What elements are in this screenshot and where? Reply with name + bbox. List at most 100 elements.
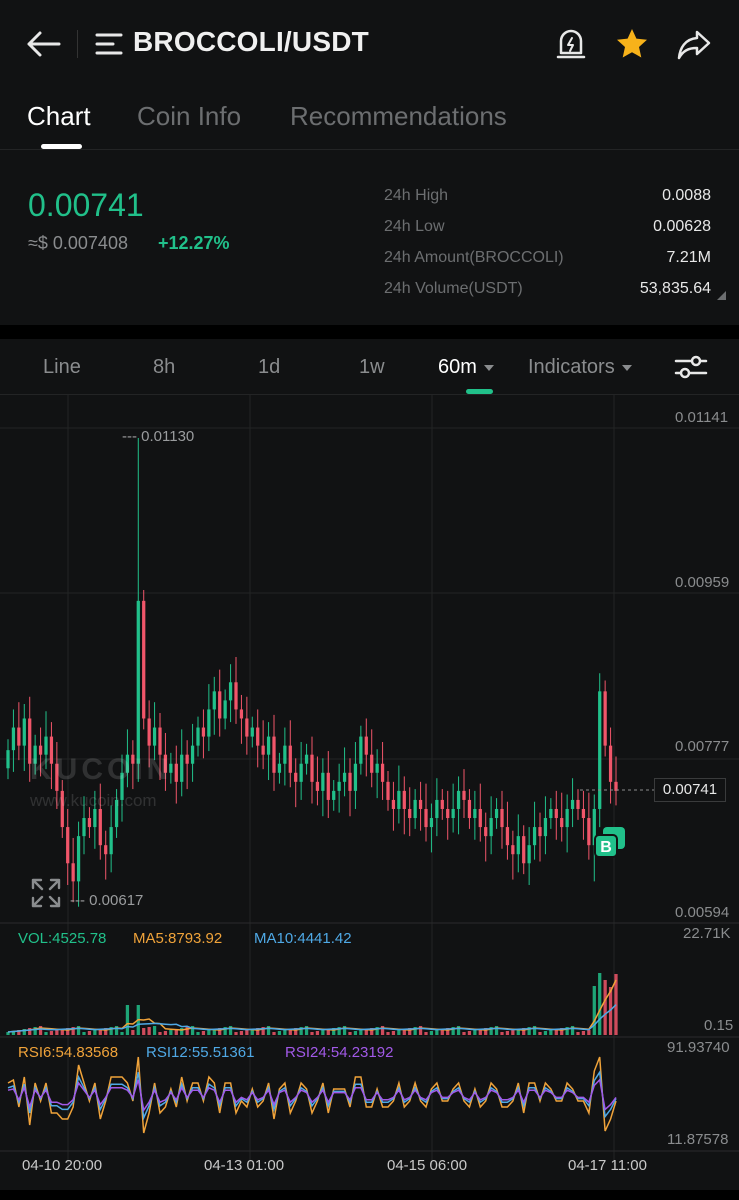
- volume-bar: [283, 1030, 287, 1035]
- candle-body: [234, 682, 238, 710]
- price-summary: 0.00741 ≈$ 0.007408 +12.27% 24h High 0.0…: [0, 150, 739, 325]
- candle-body: [239, 709, 244, 719]
- volume-bar: [310, 1032, 314, 1035]
- candle-body: [473, 808, 477, 819]
- favorite-star-icon[interactable]: [614, 26, 650, 62]
- candle-body: [76, 836, 81, 882]
- rsi6-label: RSI6:54.83568: [18, 1044, 119, 1061]
- expand-corner-icon[interactable]: [717, 291, 726, 300]
- candle-body: [218, 691, 222, 719]
- candle-body: [478, 808, 482, 828]
- tab-coin-info[interactable]: Coin Info: [137, 101, 241, 132]
- candle-body: [196, 727, 200, 746]
- volume-bar: [429, 1031, 434, 1035]
- period-low-label: --- 0.00617: [70, 892, 144, 909]
- volume-bar: [196, 1032, 200, 1035]
- volume-bar: [239, 1031, 244, 1035]
- candle-body: [342, 772, 347, 782]
- candle-body: [380, 763, 385, 782]
- candle-body: [66, 827, 70, 864]
- watermark-url: www.kucoin.com: [30, 791, 157, 810]
- candle-body: [201, 727, 206, 737]
- volume-bar: [473, 1030, 477, 1035]
- volume-bar: [603, 980, 607, 1035]
- main-tabs: Chart Coin Info Recommendations: [0, 88, 739, 150]
- volume-bar: [87, 1031, 92, 1035]
- volume-bar: [82, 1032, 86, 1035]
- pair-menu-icon[interactable]: [95, 30, 123, 58]
- vol-label: VOL:4525.78: [18, 930, 107, 947]
- candle-body: [250, 727, 254, 737]
- candle-body: [565, 808, 569, 828]
- candle-body: [326, 772, 330, 800]
- ma5-label: MA5:8793.92: [133, 930, 223, 947]
- volume-bar: [500, 1032, 504, 1035]
- candle-body: [98, 808, 102, 846]
- time-axis-tick: 04-15 06:00: [387, 1157, 468, 1174]
- candle-body: [397, 790, 401, 809]
- candle-body: [456, 790, 461, 809]
- candle-body: [375, 763, 379, 773]
- period-high-label: --- 0.01130: [122, 428, 195, 445]
- section-separator: [0, 325, 739, 339]
- candle-body: [223, 700, 227, 719]
- price-axis-tick: 0.00777: [675, 738, 730, 755]
- interval-8h[interactable]: 8h: [153, 356, 175, 379]
- candle-body: [348, 772, 352, 791]
- candle-body: [310, 754, 314, 782]
- rsi-axis-max: 91.93740: [667, 1039, 730, 1056]
- rsi24-label: RSI24:54.23192: [285, 1044, 394, 1061]
- volume-bar: [245, 1030, 249, 1035]
- candle-body: [543, 818, 548, 837]
- volume-bar: [44, 1032, 48, 1035]
- share-icon[interactable]: [676, 27, 712, 61]
- candle-body: [408, 808, 412, 819]
- volume-bar: [49, 1031, 54, 1035]
- tab-recommendations[interactable]: Recommendations: [290, 101, 507, 132]
- interval-60m-label: 60m: [438, 356, 477, 378]
- candle-body: [467, 799, 472, 819]
- candle-body: [587, 818, 591, 846]
- back-arrow-icon[interactable]: [26, 27, 62, 61]
- candle-body: [402, 790, 406, 809]
- rsi-axis-min: 11.87578: [667, 1131, 729, 1148]
- volume-bar: [391, 1031, 396, 1035]
- price-alert-icon[interactable]: [555, 27, 587, 61]
- volume-bar: [543, 1031, 548, 1035]
- candle-body: [505, 827, 510, 846]
- interval-active-indicator: [466, 389, 493, 394]
- candle-body: [576, 799, 580, 809]
- price-axis-tick: 0.00594: [675, 904, 730, 921]
- volume-bar: [277, 1031, 282, 1035]
- tab-chart[interactable]: Chart: [27, 101, 91, 132]
- interval-60m[interactable]: 60m: [438, 356, 494, 379]
- pair-title[interactable]: BROCCOLI/USDT: [133, 26, 369, 58]
- stat-label-volume: 24h Volume(USDT): [384, 280, 523, 297]
- candle-body: [158, 727, 162, 755]
- candle-body: [185, 754, 189, 764]
- buy-marker-icon[interactable]: B: [593, 825, 627, 859]
- candle-body: [180, 754, 184, 782]
- time-axis-tick: 04-13 01:00: [204, 1157, 285, 1174]
- last-price: 0.00741: [28, 187, 144, 223]
- candle-body: [266, 736, 271, 755]
- interval-1w[interactable]: 1w: [359, 356, 385, 379]
- candle-body: [142, 600, 146, 719]
- chart-area[interactable]: KUCOIN www.kucoin.com 0.01141 0.00959 0.…: [0, 395, 739, 1190]
- candle-body: [256, 727, 260, 746]
- volume-bar: [55, 1030, 59, 1035]
- candle-body: [277, 763, 282, 773]
- volume-bar: [315, 1031, 320, 1035]
- fullscreen-expand-icon[interactable]: [30, 877, 62, 909]
- candle-body: [93, 808, 97, 828]
- bottom-strip: [0, 1190, 739, 1200]
- interval-1d[interactable]: 1d: [258, 356, 280, 379]
- candle-body: [304, 754, 309, 764]
- period-high-value: 0.01130: [141, 428, 195, 445]
- candle-body: [391, 799, 396, 809]
- candle-body: [353, 763, 358, 791]
- chart-settings-sliders-icon[interactable]: [674, 353, 708, 381]
- candle-body: [462, 790, 466, 800]
- interval-line[interactable]: Line: [43, 356, 81, 379]
- indicators-dropdown[interactable]: Indicators: [528, 356, 632, 379]
